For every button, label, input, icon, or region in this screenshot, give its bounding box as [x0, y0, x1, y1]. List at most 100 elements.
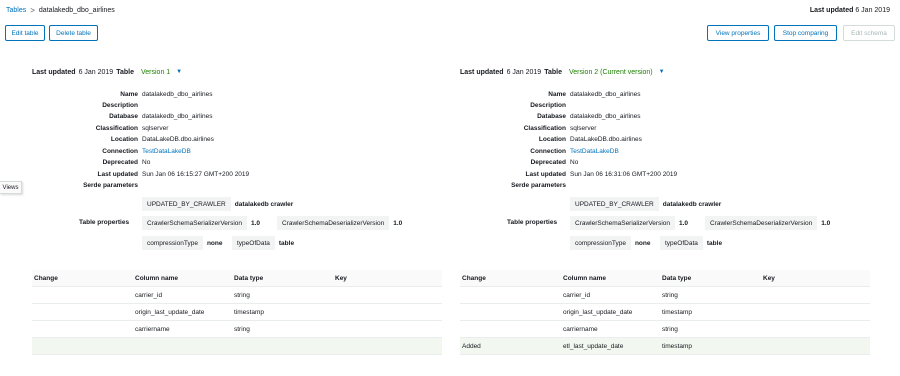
connection-link[interactable]: TestDataLakeDB	[570, 148, 619, 155]
table-header: Change Column name Data type Key	[32, 270, 442, 287]
panel-table-label: Table	[544, 68, 562, 76]
database-label: Database	[109, 113, 138, 120]
panel-last-updated-label: Last updated	[32, 68, 76, 76]
classification-value: sqlserver	[142, 125, 169, 132]
location-value: DataLakeDB.dbo.airlines	[142, 136, 214, 143]
column-name-cell: carrier_id	[563, 292, 591, 299]
table-property-tag: CrawlerSchemaSerializerVersion 1.0	[570, 216, 693, 230]
table-property-tag: typeOfData table	[660, 236, 727, 250]
delete-table-button[interactable]: Delete table	[49, 25, 98, 41]
table-properties-label: Table properties	[79, 219, 130, 226]
column-name-cell: carriername	[135, 326, 170, 333]
chevron-down-icon[interactable]: ▼	[659, 69, 665, 75]
last-updated-label: Last updated	[97, 171, 138, 178]
deprecated-value: No	[142, 159, 151, 166]
table-row: origin_last_update_date timestamp	[460, 304, 870, 321]
classification-label: Classification	[523, 125, 566, 132]
location-value: DataLakeDB.dbo.airlines	[570, 136, 642, 143]
table-row: Added etl_last_update_date timestamp	[460, 338, 870, 355]
panel-last-updated-value: 6 Jan 2019	[78, 68, 114, 76]
data-type-cell: string	[234, 292, 250, 299]
table-property-tag: CrawlerSchemaDeserializerVersion 1.0	[705, 216, 835, 230]
last-updated-value: Sun Jan 06 16:31:06 GMT+200 2019	[570, 171, 678, 178]
edit-table-button[interactable]: Edit table	[5, 25, 45, 41]
table-header: Change Column name Data type Key	[460, 270, 870, 287]
description-label: Description	[102, 102, 138, 109]
name-label: Name	[548, 91, 566, 98]
table-row: carrier_id string	[32, 287, 442, 304]
column-name-cell: carriername	[563, 326, 598, 333]
version-select[interactable]: Version 2 (Current version)	[569, 69, 653, 76]
connection-label: Connection	[102, 148, 138, 155]
stop-comparing-button[interactable]: Stop comparing	[774, 25, 837, 41]
column-name-header[interactable]: Column name	[563, 275, 606, 282]
data-type-cell: timestamp	[662, 343, 692, 350]
database-label: Database	[537, 113, 566, 120]
version-select[interactable]: Version 1	[141, 69, 170, 76]
table-properties-label: Table properties	[507, 219, 558, 226]
column-name-cell: etl_last_update_date	[563, 343, 624, 350]
table-row: carrier_id string	[460, 287, 870, 304]
column-name-cell: carrier_id	[135, 292, 163, 299]
last-updated-value: Sun Jan 06 16:15:27 GMT+200 2019	[142, 171, 250, 178]
key-header[interactable]: Key	[335, 275, 347, 282]
table-row: origin_last_update_date timestamp	[32, 304, 442, 321]
table-property-tag: compressionType none	[570, 236, 655, 250]
connection-label: Connection	[530, 148, 566, 155]
breadcrumb-current: datalakedb_dbo_airlines	[38, 6, 115, 14]
views-side-tab[interactable]: Views	[0, 181, 22, 194]
last-updated-label: Last updated	[525, 171, 566, 178]
schema-table-left: Change Column name Data type Key carrier…	[32, 270, 442, 355]
name-value: datalakedb_dbo_airlines	[142, 91, 213, 98]
database-value: datalakedb_dbo_airlines	[142, 113, 213, 120]
column-name-header[interactable]: Column name	[135, 275, 178, 282]
data-type-header[interactable]: Data type	[662, 275, 691, 282]
version-panel-left: Last updated 6 Jan 2019 Table Version 1 …	[32, 66, 462, 250]
connection-link[interactable]: TestDataLakeDB	[142, 148, 191, 155]
schema-table-right: Change Column name Data type Key carrier…	[460, 270, 870, 355]
version-header: Last updated 6 Jan 2019 Table Version 1 …	[32, 66, 462, 78]
name-value: datalakedb_dbo_airlines	[570, 91, 641, 98]
name-label: Name	[120, 91, 138, 98]
page-last-updated: Last updated 6 Jan 2019	[810, 7, 890, 14]
top-bar: Tables > datalakedb_dbo_airlines Last up…	[6, 4, 890, 16]
table-property-tag: CrawlerSchemaDeserializerVersion 1.0	[277, 216, 407, 230]
table-property-tag: compressionType none	[142, 236, 227, 250]
deprecated-label: Deprecated	[530, 159, 566, 166]
serde-parameters-label: Serde parameters	[83, 182, 138, 189]
classification-label: Classification	[95, 125, 138, 132]
data-type-cell: string	[662, 292, 678, 299]
edit-schema-button: Edit schema	[843, 25, 895, 41]
table-row: carriername string	[460, 321, 870, 338]
view-properties-button[interactable]: View properties	[707, 25, 769, 41]
location-label: Location	[538, 136, 566, 143]
panel-last-updated-label: Last updated	[460, 68, 504, 76]
panel-last-updated-value: 6 Jan 2019	[506, 68, 542, 76]
table-row	[32, 338, 442, 355]
table-property-tag: CrawlerSchemaSerializerVersion 1.0	[142, 216, 265, 230]
data-type-header[interactable]: Data type	[234, 275, 263, 282]
data-type-cell: string	[234, 326, 250, 333]
version-panel-right: Last updated 6 Jan 2019 Table Version 2 …	[460, 66, 890, 250]
deprecated-value: No	[570, 159, 579, 166]
column-name-cell: origin_last_update_date	[135, 309, 205, 316]
deprecated-label: Deprecated	[102, 159, 138, 166]
table-property-tag: typeOfData table	[232, 236, 299, 250]
change-column-header[interactable]: Change	[462, 275, 486, 282]
serde-tag: UPDATED_BY_CRAWLER datalakedb crawler	[142, 197, 298, 211]
data-type-cell: string	[662, 326, 678, 333]
breadcrumb: Tables > datalakedb_dbo_airlines	[6, 6, 115, 15]
location-label: Location	[110, 136, 138, 143]
version-header: Last updated 6 Jan 2019 Table Version 2 …	[460, 66, 890, 78]
change-column-header[interactable]: Change	[34, 275, 58, 282]
description-label: Description	[530, 102, 566, 109]
column-name-cell: origin_last_update_date	[563, 309, 633, 316]
data-type-cell: timestamp	[662, 309, 692, 316]
last-updated-value: 6 Jan 2019	[855, 6, 890, 14]
chevron-down-icon[interactable]: ▼	[176, 69, 182, 75]
classification-value: sqlserver	[570, 125, 597, 132]
breadcrumb-tables-link[interactable]: Tables	[6, 7, 26, 14]
key-header[interactable]: Key	[763, 275, 775, 282]
serde-parameters-label: Serde parameters	[511, 182, 566, 189]
panel-table-label: Table	[116, 68, 134, 76]
